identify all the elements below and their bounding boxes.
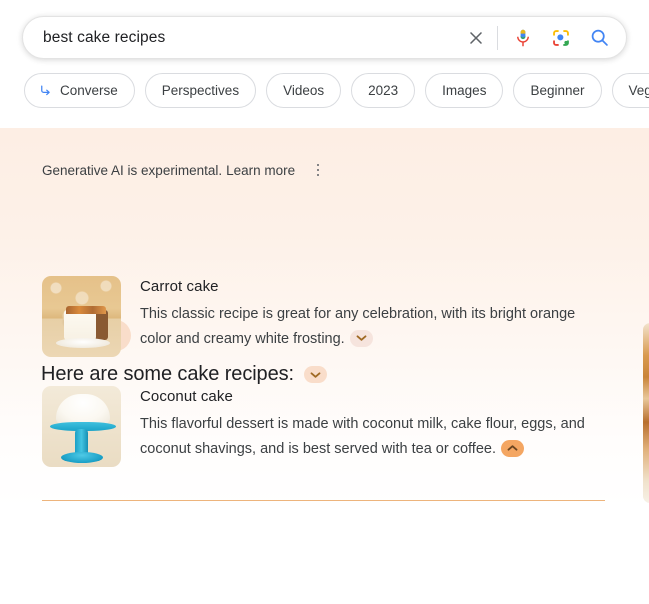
search-input[interactable] (43, 28, 463, 47)
filter-chip-label: Videos (283, 83, 325, 98)
filter-chip-label: Vegan (628, 83, 649, 98)
recipe-thumbnail[interactable] (42, 386, 121, 467)
carrot-cake-topping (66, 306, 106, 314)
filter-chip-vegan[interactable]: Vegan (611, 73, 649, 108)
offscreen-image-card[interactable] (643, 323, 649, 503)
ai-overflow-menu-icon[interactable] (309, 161, 327, 179)
filter-chip-images[interactable]: Images (425, 73, 504, 108)
recipe-divider (42, 500, 605, 501)
filter-chip-beginner[interactable]: Beginner (513, 73, 602, 108)
ai-disclaimer: Generative AI is experimental. Learn mor… (42, 161, 327, 179)
ai-disclaimer-text: Generative AI is experimental. (42, 162, 223, 178)
filter-chip-label: Images (442, 83, 487, 98)
filter-chips-row: Converse Perspectives Videos 2023 Images… (24, 73, 649, 108)
recipe-title: Carrot cake (140, 278, 219, 295)
recipe-thumbnail[interactable] (42, 276, 121, 357)
filter-chip-label: 2023 (368, 83, 399, 98)
arrow-turn-down-right-icon (38, 83, 53, 98)
search-submit-icon[interactable] (586, 25, 612, 51)
offscreen-image-thumbnail (643, 323, 649, 503)
filter-chip-label: Beginner (530, 83, 585, 98)
recipe-body: Carrot cake This classic recipe is great… (140, 276, 595, 357)
google-lens-icon[interactable] (548, 25, 574, 51)
recipe-item-carrot-cake: Carrot cake This classic recipe is great… (42, 276, 595, 357)
filter-chip-label: Converse (60, 83, 118, 98)
filter-chip-label: Perspectives (161, 83, 240, 98)
chevron-down-icon[interactable] (349, 329, 373, 347)
clear-search-icon[interactable] (463, 25, 489, 51)
search-bar-container (22, 16, 627, 59)
microphone-icon[interactable] (510, 25, 536, 51)
filter-chip-perspectives[interactable]: Perspectives (144, 73, 257, 108)
recipe-item-coconut-cake: Coconut cake This flavorful dessert is m… (42, 386, 595, 467)
learn-more-link[interactable]: Learn more (226, 163, 295, 178)
search-bar[interactable] (22, 16, 627, 59)
chevron-down-icon[interactable] (303, 366, 327, 383)
ai-answer-heading-text: Here are some cake recipes: (41, 363, 294, 385)
recipe-description: This classic recipe is great for any cel… (140, 302, 595, 352)
ai-answer-heading: Here are some cake recipes: (41, 363, 327, 386)
recipe-title: Coconut cake (140, 388, 233, 405)
google-search-page: Converse Perspectives Videos 2023 Images… (0, 0, 649, 604)
filter-chip-converse[interactable]: Converse (24, 73, 135, 108)
filter-chip-videos[interactable]: Videos (266, 73, 342, 108)
carrot-cake-plate (56, 338, 110, 348)
recipe-body: Coconut cake This flavorful dessert is m… (140, 386, 595, 467)
chevron-up-icon[interactable] (501, 439, 524, 457)
search-divider (497, 25, 498, 50)
recipe-description: This flavorful dessert is made with coco… (140, 412, 595, 462)
ai-overview-panel: Generative AI is experimental. Learn mor… (0, 128, 649, 604)
cake-stand-base (61, 452, 103, 463)
filter-chip-2023[interactable]: 2023 (351, 73, 416, 108)
